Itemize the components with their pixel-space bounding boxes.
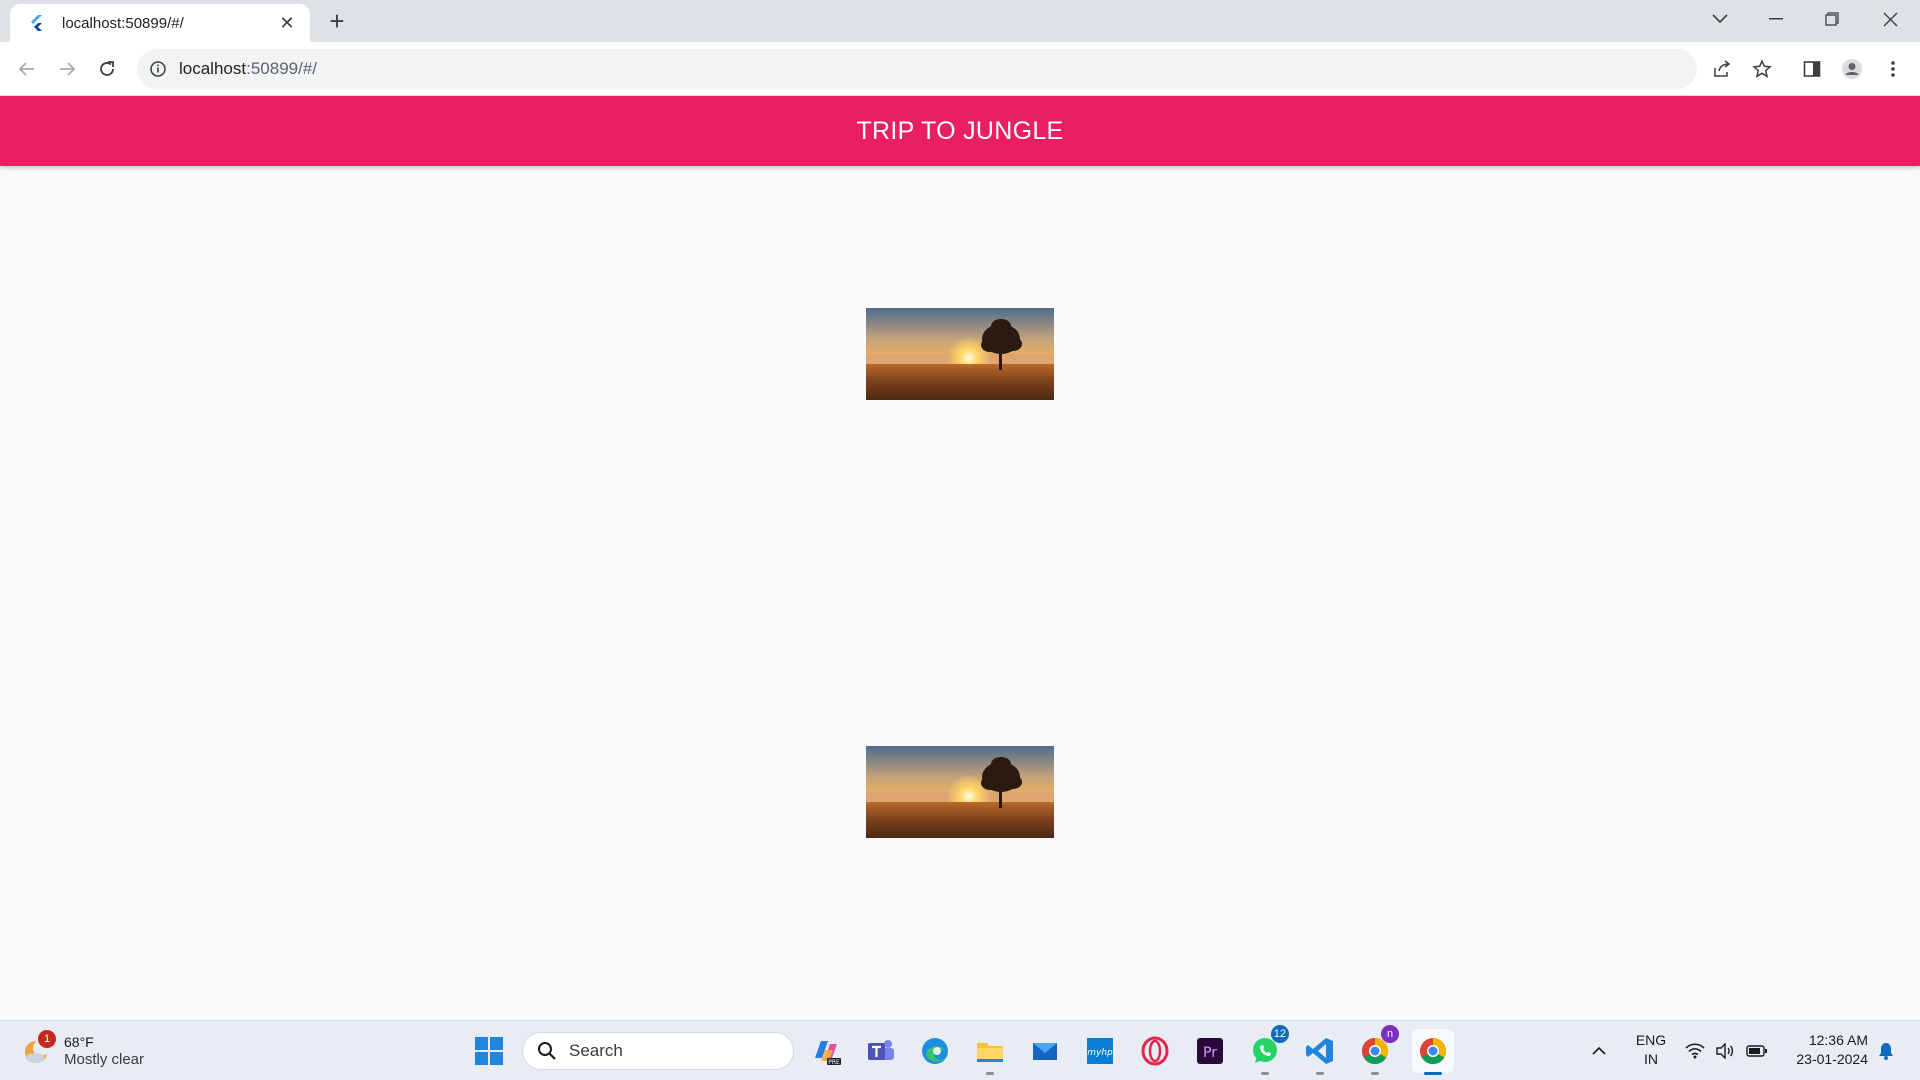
tab-title: localhost:50899/#/ bbox=[62, 14, 184, 32]
wifi-status[interactable] bbox=[1680, 1033, 1710, 1069]
weather-widget[interactable]: 1 68°F Mostly clear bbox=[22, 1029, 172, 1073]
running-indicator bbox=[1371, 1072, 1379, 1075]
share-button[interactable] bbox=[1707, 54, 1737, 84]
premiere-pro-icon: Pr bbox=[1197, 1038, 1223, 1064]
myhp-icon: myhp bbox=[1087, 1038, 1113, 1064]
tab-search-button[interactable] bbox=[1692, 0, 1748, 38]
mail-icon bbox=[1033, 1043, 1057, 1060]
tab-strip: localhost:50899/#/ ✕ + bbox=[0, 0, 1920, 42]
opera-app[interactable] bbox=[1137, 1033, 1173, 1069]
copilot-icon: PRE bbox=[815, 1041, 841, 1066]
tab-close-button[interactable]: ✕ bbox=[276, 12, 298, 34]
arrow-right-icon bbox=[60, 62, 76, 76]
svg-text:Pr: Pr bbox=[1203, 1045, 1217, 1061]
chrome-profile-app[interactable]: n bbox=[1357, 1025, 1399, 1075]
battery-icon bbox=[1746, 1045, 1767, 1057]
svg-text:PRE: PRE bbox=[828, 1059, 840, 1066]
search-placeholder: Search bbox=[569, 1041, 623, 1060]
app-bar: TRIP TO JUNGLE bbox=[0, 96, 1920, 166]
kebab-menu-icon bbox=[1891, 61, 1895, 77]
address-bar[interactable]: localhost:50899/#/ bbox=[137, 49, 1697, 89]
edge-icon bbox=[922, 1038, 948, 1064]
whatsapp-badge: 12 bbox=[1270, 1025, 1289, 1043]
weather-temp: 68°F bbox=[64, 1034, 94, 1050]
input-language[interactable]: ENG IN bbox=[1634, 1031, 1668, 1069]
forward-button[interactable] bbox=[52, 54, 82, 84]
edge-app[interactable] bbox=[917, 1033, 953, 1069]
bell-icon bbox=[1879, 1043, 1893, 1060]
bookmark-button[interactable] bbox=[1747, 54, 1777, 84]
chrome-icon bbox=[1420, 1037, 1447, 1065]
close-icon bbox=[1883, 12, 1897, 26]
wifi-icon bbox=[1685, 1043, 1705, 1059]
mail-app[interactable] bbox=[1027, 1033, 1063, 1069]
side-panel-icon bbox=[1803, 61, 1821, 77]
profile-button[interactable] bbox=[1837, 54, 1867, 84]
teams-icon bbox=[868, 1040, 894, 1060]
copilot-preview-app[interactable]: PRE bbox=[808, 1033, 844, 1069]
new-tab-button[interactable]: + bbox=[323, 8, 351, 36]
volume-status[interactable] bbox=[1710, 1033, 1740, 1069]
search-icon bbox=[538, 1042, 556, 1060]
sunrise-tree-image bbox=[866, 308, 1054, 400]
flutter-icon bbox=[28, 14, 46, 32]
clock[interactable]: 12:36 AM 23-01-2024 bbox=[1782, 1031, 1868, 1069]
url-host: localhost bbox=[179, 59, 247, 78]
running-indicator bbox=[986, 1072, 994, 1075]
file-explorer-app[interactable] bbox=[972, 1033, 1008, 1075]
sunrise-tree-image bbox=[866, 746, 1054, 838]
start-button[interactable] bbox=[471, 1033, 507, 1069]
restore-button[interactable] bbox=[1804, 0, 1860, 38]
battery-status[interactable] bbox=[1742, 1033, 1772, 1069]
star-icon bbox=[1752, 59, 1772, 78]
svg-text:myhp: myhp bbox=[1087, 1048, 1113, 1058]
vscode-icon bbox=[1306, 1038, 1333, 1064]
myhp-app[interactable]: myhp bbox=[1082, 1033, 1118, 1069]
back-button[interactable] bbox=[12, 54, 42, 84]
url-path: :50899/#/ bbox=[246, 59, 318, 78]
page-title: TRIP TO JUNGLE bbox=[856, 116, 1064, 145]
opera-icon bbox=[1141, 1036, 1169, 1066]
show-hidden-icons-button[interactable] bbox=[1584, 1033, 1614, 1069]
active-indicator bbox=[1424, 1072, 1442, 1075]
chevron-down-icon bbox=[1712, 14, 1728, 24]
teams-app[interactable] bbox=[863, 1033, 899, 1069]
weather-badge: 1 bbox=[38, 1030, 56, 1048]
running-indicator bbox=[1316, 1072, 1324, 1075]
running-indicator bbox=[1261, 1072, 1269, 1075]
chevron-up-icon bbox=[1592, 1046, 1606, 1055]
browser-tab[interactable]: localhost:50899/#/ ✕ bbox=[10, 4, 310, 42]
whatsapp-app[interactable]: 12 bbox=[1247, 1025, 1289, 1075]
minimize-icon bbox=[1769, 18, 1783, 20]
browser-toolbar: localhost:50899/#/ bbox=[0, 42, 1920, 96]
menu-button[interactable] bbox=[1878, 54, 1908, 84]
reload-icon bbox=[100, 61, 114, 76]
chrome-profile-badge: n bbox=[1381, 1025, 1399, 1043]
taskbar: 1 68°F Mostly clear Search PRE myhp Pr 1… bbox=[0, 1020, 1920, 1080]
notifications-button[interactable] bbox=[1872, 1033, 1900, 1069]
share-icon bbox=[1714, 60, 1731, 77]
vscode-app[interactable] bbox=[1302, 1033, 1338, 1075]
restore-icon bbox=[1825, 12, 1839, 26]
chrome-app-active[interactable] bbox=[1412, 1029, 1454, 1075]
avatar-icon bbox=[1842, 59, 1862, 79]
weather-moon-icon: 1 bbox=[22, 1030, 56, 1066]
speaker-icon bbox=[1716, 1043, 1734, 1059]
info-icon[interactable] bbox=[149, 60, 167, 78]
weather-condition: Mostly clear bbox=[64, 1051, 145, 1068]
taskbar-search[interactable]: Search bbox=[522, 1032, 794, 1070]
folder-icon bbox=[977, 1043, 1003, 1062]
minimize-button[interactable] bbox=[1748, 0, 1804, 38]
jungle-image-2 bbox=[866, 746, 1054, 838]
arrow-left-icon bbox=[18, 62, 34, 76]
windows-logo-icon bbox=[475, 1037, 503, 1065]
reload-button[interactable] bbox=[92, 54, 122, 84]
close-window-button[interactable] bbox=[1862, 0, 1918, 38]
side-panel-button[interactable] bbox=[1797, 54, 1827, 84]
premiere-pro-app[interactable]: Pr bbox=[1192, 1033, 1228, 1069]
jungle-image-1 bbox=[866, 308, 1054, 400]
